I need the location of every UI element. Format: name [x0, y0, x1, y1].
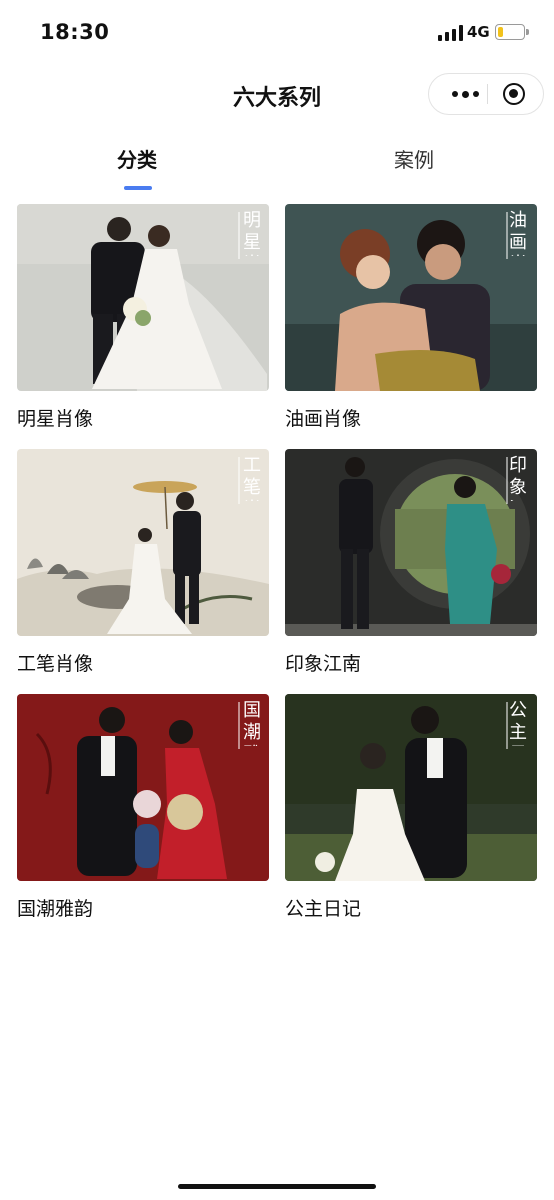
- overlay-title: 印象江南: [509, 455, 527, 501]
- series-photo[interactable]: 公主日记: [285, 694, 537, 881]
- series-photo[interactable]: 国潮雅韵: [17, 694, 269, 881]
- series-photo[interactable]: 工笔肖像: [17, 449, 269, 636]
- overlay-title: 国潮雅韵: [243, 700, 261, 746]
- miniprogram-capsule: [428, 73, 544, 115]
- signal-icon: [438, 25, 464, 41]
- series-label: 印象江南: [285, 653, 362, 675]
- series-photo[interactable]: 明星肖像: [17, 204, 269, 391]
- status-bar: 18:30 4G: [0, 0, 554, 62]
- more-dots-icon[interactable]: [443, 74, 487, 114]
- overlay-title: 公主日记: [509, 700, 527, 746]
- overlay-title: 油画肖像: [509, 210, 527, 256]
- battery-level: [498, 27, 503, 37]
- tab-indicator: [124, 186, 152, 190]
- network-type: 4G: [467, 23, 490, 41]
- tab-cases[interactable]: 案例: [394, 144, 434, 173]
- series-label: 公主日记: [285, 898, 362, 920]
- overlay-title: 明星肖像: [243, 210, 261, 256]
- series-label: 明星肖像: [17, 408, 94, 430]
- series-label: 油画肖像: [285, 408, 362, 430]
- target-icon[interactable]: [503, 83, 525, 105]
- overlay-title: 工笔肖像: [243, 455, 261, 501]
- series-photo[interactable]: 印象江南: [285, 449, 537, 636]
- series-photo[interactable]: 油画肖像: [285, 204, 537, 391]
- tab-category[interactable]: 分类: [117, 144, 157, 173]
- series-label: 国潮雅韵: [17, 898, 94, 920]
- series-label: 工笔肖像: [17, 653, 94, 675]
- capsule-divider: [487, 84, 488, 104]
- battery-icon: [495, 24, 529, 40]
- home-indicator[interactable]: [178, 1184, 376, 1189]
- status-time: 18:30: [40, 20, 110, 44]
